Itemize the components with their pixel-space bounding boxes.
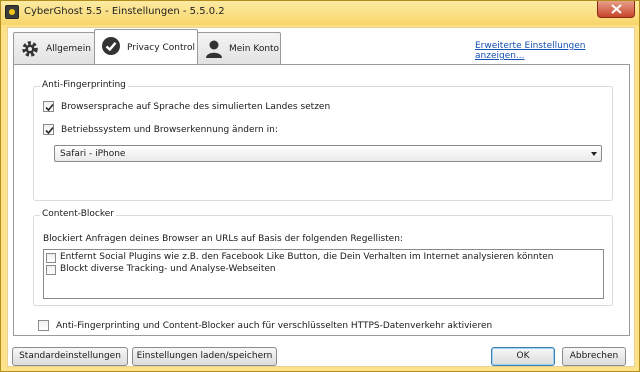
content-blocker-title: Content-Blocker (40, 209, 116, 219)
os-browser-id-checkbox[interactable] (43, 124, 54, 135)
browser-identity-value: Safari - iPhone (60, 149, 126, 159)
settings-window: CyberGhost 5.5 - Einstellungen - 5.5.0.2… (0, 0, 640, 372)
social-plugins-label: Entfernt Social Plugins wie z.B. den Fac… (60, 252, 554, 262)
cyberghost-app-icon (5, 5, 19, 19)
checkmark-icon (45, 103, 54, 112)
social-plugins-checkbox[interactable] (46, 253, 56, 263)
settings-client-area: Allgemein Privacy Control Mein Konto Erw… (7, 27, 635, 367)
anti-fingerprinting-title: Anti-Fingerprinting (40, 80, 128, 90)
list-item[interactable]: Blockt diverse Tracking- und Analyse-Web… (46, 264, 276, 276)
tab-allgemein[interactable]: Allgemein (13, 32, 95, 64)
browser-language-checkbox[interactable] (43, 101, 54, 112)
tracking-sites-label: Blockt diverse Tracking- und Analyse-Web… (60, 264, 276, 274)
chevron-down-icon (591, 152, 597, 156)
checkmark-icon (45, 126, 54, 135)
https-traffic-checkbox[interactable] (38, 320, 49, 331)
list-item[interactable]: Entfernt Social Plugins wie z.B. den Fac… (46, 252, 554, 264)
tab-privacy-control[interactable]: Privacy Control (94, 29, 198, 64)
load-save-settings-button[interactable]: Einstellungen laden/speichern (132, 347, 277, 366)
tab-mein-konto-label: Mein Konto (229, 44, 280, 54)
https-traffic-label: Anti-Fingerprinting und Content-Blocker … (56, 321, 493, 331)
tracking-sites-checkbox[interactable] (46, 265, 56, 275)
user-icon (206, 40, 222, 58)
content-blocker-group: Content-Blocker Blockiert Anfragen deine… (33, 209, 613, 306)
content-blocker-description: Blockiert Anfragen deines Browser an URL… (43, 234, 403, 244)
window-title: CyberGhost 5.5 - Einstellungen - 5.5.0.2 (24, 6, 225, 17)
advanced-settings-link[interactable]: Erweiterte Einstellungen anzeigen... (475, 41, 634, 61)
anti-fingerprinting-group: Anti-Fingerprinting Browsersprache auf S… (33, 80, 613, 201)
close-button[interactable] (597, 1, 635, 18)
content-blocker-rule-list[interactable]: Entfernt Social Plugins wie z.B. den Fac… (43, 249, 604, 299)
default-settings-button[interactable]: Standardeinstellungen (12, 347, 128, 366)
tab-allgemein-label: Allgemein (46, 44, 91, 54)
cancel-button[interactable]: Abbrechen (562, 347, 626, 366)
gear-icon (22, 41, 38, 57)
privacy-control-panel: Anti-Fingerprinting Browsersprache auf S… (13, 64, 630, 336)
os-browser-id-label: Betriebssystem und Browserkennung ändern… (61, 125, 278, 135)
browser-identity-select[interactable]: Safari - iPhone (54, 145, 602, 162)
tab-mein-konto[interactable]: Mein Konto (197, 32, 281, 64)
checkmark-circle-icon (102, 37, 120, 55)
close-icon (611, 4, 622, 14)
browser-language-label: Browsersprache auf Sprache des simuliert… (61, 102, 331, 112)
tab-privacy-control-label: Privacy Control (127, 43, 195, 53)
ok-button[interactable]: OK (491, 347, 555, 366)
title-bar[interactable]: CyberGhost 5.5 - Einstellungen - 5.5.0.2 (1, 1, 639, 25)
